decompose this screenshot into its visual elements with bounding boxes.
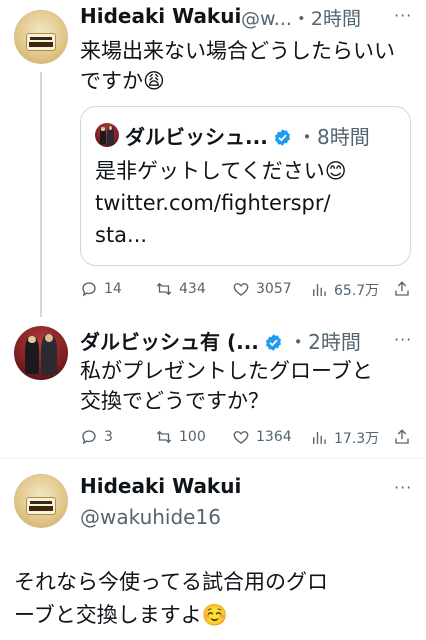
views-button[interactable]: 65.7万	[310, 280, 379, 300]
views-icon	[313, 432, 326, 444]
like-button[interactable]: 3057	[232, 280, 292, 298]
quote-link[interactable]: twitter.com/fighterspr/	[95, 187, 405, 219]
avatar[interactable]	[14, 10, 68, 64]
like-icon	[233, 283, 249, 296]
more-icon[interactable]: ···	[394, 330, 412, 349]
quote-link-cont[interactable]: sta...	[95, 219, 405, 251]
like-icon	[233, 431, 249, 444]
retweet-button[interactable]: 434	[155, 280, 206, 298]
reply-icon	[82, 430, 96, 445]
share-button[interactable]	[393, 280, 417, 298]
quote-time: ・8時間	[296, 125, 370, 149]
weary-face-emoji: 😩	[143, 69, 165, 93]
tweet-time[interactable]: ・2時間	[288, 330, 361, 354]
share-button[interactable]	[393, 428, 417, 446]
quote-author-name: ダルビッシュ...	[125, 125, 268, 149]
retweet-icon	[156, 282, 172, 296]
smiling-face-emoji: 😊	[324, 159, 347, 183]
quoted-tweet[interactable]: ダルビッシュ... ・8時間 是非ゲットしてください😊 twitter.com/…	[80, 106, 411, 266]
author-handle-time[interactable]: @w...・2時間	[241, 4, 361, 31]
quote-avatar	[95, 123, 119, 147]
share-icon	[395, 429, 409, 444]
author-name[interactable]: Hideaki Wakui	[80, 474, 241, 498]
verified-badge-icon	[264, 333, 283, 352]
reply-button[interactable]: 3	[80, 428, 113, 446]
tweet-text: それなら今使ってる試合用のグロ ーブと交換しますよ☺️	[14, 566, 424, 632]
author-handle[interactable]: @wakuhide16	[80, 505, 221, 529]
relieved-face-emoji: ☺️	[201, 603, 228, 627]
views-button[interactable]: 17.3万	[310, 428, 379, 448]
retweet-icon	[156, 430, 172, 444]
tweet-text: 私がプレゼントしたグローブと 交換でどうですか？	[80, 359, 373, 413]
author-name[interactable]: Hideaki Wakui	[80, 4, 241, 28]
share-icon	[395, 281, 409, 296]
views-icon	[313, 284, 326, 296]
avatar[interactable]	[14, 326, 68, 380]
avatar[interactable]	[14, 474, 68, 528]
author-name[interactable]: ダルビッシュ有 (...	[80, 330, 259, 354]
reply-button[interactable]: 14	[80, 280, 122, 298]
tweet-text: 来場出来ない場合どうしたらいい ですか😩	[80, 36, 420, 96]
divider	[0, 458, 426, 459]
verified-badge-icon	[273, 128, 292, 147]
tweet-actions: 3 100 1364 17.3万	[0, 428, 426, 448]
like-button[interactable]: 1364	[232, 428, 292, 446]
tweet-actions: 14 434 3057 65.7万	[0, 280, 426, 300]
retweet-button[interactable]: 100	[155, 428, 206, 446]
more-icon[interactable]: ···	[394, 6, 412, 25]
reply-icon	[82, 282, 96, 297]
more-icon[interactable]: ···	[394, 478, 412, 497]
